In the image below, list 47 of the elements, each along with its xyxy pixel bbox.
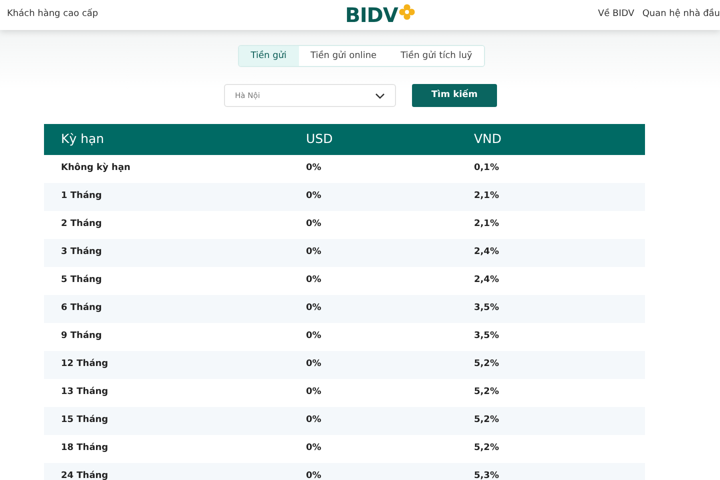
table-cell-text: 0% (306, 330, 322, 344)
table-cell-text: 5,2% (474, 414, 499, 428)
table-cell-text: 0% (306, 246, 322, 260)
table-cell-text: 15 Tháng (60, 414, 110, 428)
table-cell-text: 0% (306, 358, 322, 372)
table-cell-text: 5 Tháng (60, 274, 103, 288)
logo-text: BIDV (345, 5, 398, 25)
table-cell-text: 3,5% (474, 302, 499, 316)
column-header: USD (306, 130, 334, 148)
table-cell-text: 24 Tháng (60, 470, 110, 480)
table-cell-text: 0% (306, 218, 322, 232)
table-cell-text: 0% (306, 162, 322, 176)
flower-icon (398, 4, 415, 20)
tab[interactable]: Tiền gửi (238, 46, 298, 66)
table-cell-text: 2,4% (474, 274, 499, 288)
table-cell-text: 0% (306, 274, 322, 288)
table-cell-text: 3 Tháng (60, 246, 103, 260)
table-cell-text: 18 Tháng (60, 442, 110, 456)
table-cell: 5,3% (474, 470, 499, 480)
table-cell-text: Không kỳ hạn (60, 162, 132, 176)
table-cell-text: 2,1% (474, 218, 499, 232)
table-cell-text: 0% (306, 386, 322, 400)
nav-link[interactable]: Quan hệ nhà đầu (642, 8, 720, 22)
nav-link[interactable]: Về BIDV (598, 8, 634, 22)
table-cell-text: 5,2% (474, 358, 499, 372)
column-header: VND (474, 130, 502, 148)
table-cell-text: 2,1% (474, 190, 499, 204)
table-cell-text: 0% (306, 442, 322, 456)
table-cell-text: 12 Tháng (60, 358, 110, 372)
table-cell-text: 3,5% (474, 330, 499, 344)
table-cell-text: 13 Tháng (60, 386, 110, 400)
table-cell-text: 2,4% (474, 246, 499, 260)
table-cell-text: 9 Tháng (60, 330, 103, 344)
search-button[interactable]: Tìm kiếm (412, 84, 497, 107)
table-cell-text: 0% (306, 190, 322, 204)
table-cell-text: 0,1% (474, 162, 499, 176)
table-cell-text: 6 Tháng (60, 302, 103, 316)
column-header: Kỳ hạn (60, 130, 106, 148)
table-cell-text: 5,2% (474, 386, 499, 400)
table-cell-text: 1 Tháng (60, 190, 103, 204)
table-cell-text: 0% (306, 470, 322, 480)
nav-link[interactable]: Khách hàng cao cấp (7, 9, 98, 20)
table-cell-text: 0% (306, 414, 322, 428)
chevron-down-icon (375, 92, 385, 98)
table-cell-text: 2 Tháng (60, 218, 103, 232)
table-cell-text: 5,2% (474, 442, 499, 456)
table-cell-text: 0% (306, 302, 322, 316)
